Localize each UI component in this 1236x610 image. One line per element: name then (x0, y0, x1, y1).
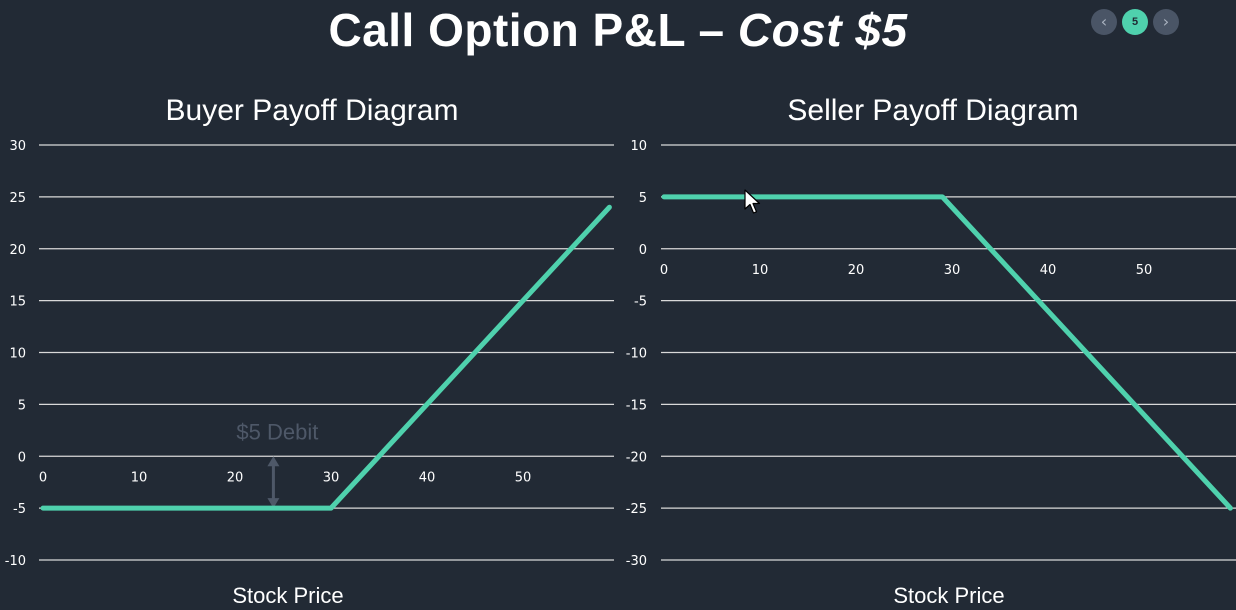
x-tick-label: 20 (848, 263, 865, 278)
mouse-cursor-icon (744, 189, 761, 214)
y-tick-label: -30 (626, 554, 647, 569)
x-tick-label: 0 (660, 263, 668, 278)
x-tick-label: 30 (944, 263, 961, 278)
x-axis-label: Stock Price (893, 583, 1004, 608)
y-tick-label: 0 (639, 243, 647, 258)
x-tick-label: 10 (752, 263, 769, 278)
y-tick-label: -20 (626, 450, 647, 465)
y-tick-label: -15 (626, 398, 647, 413)
y-tick-label: -25 (626, 502, 647, 517)
y-tick-label: 5 (639, 191, 647, 206)
chart-title: Seller Payoff Diagram (787, 94, 1078, 127)
y-tick-label: -5 (634, 295, 647, 310)
x-tick-label: 40 (1040, 263, 1057, 278)
seller-payoff-chart: Seller Payoff Diagram -30 -25 -20 -15 -10 -5 0 5… (626, 94, 1236, 608)
y-tick-label: 10 (630, 139, 647, 154)
y-tick-label: -10 (626, 347, 647, 362)
x-tick-label: 50 (1136, 263, 1153, 278)
